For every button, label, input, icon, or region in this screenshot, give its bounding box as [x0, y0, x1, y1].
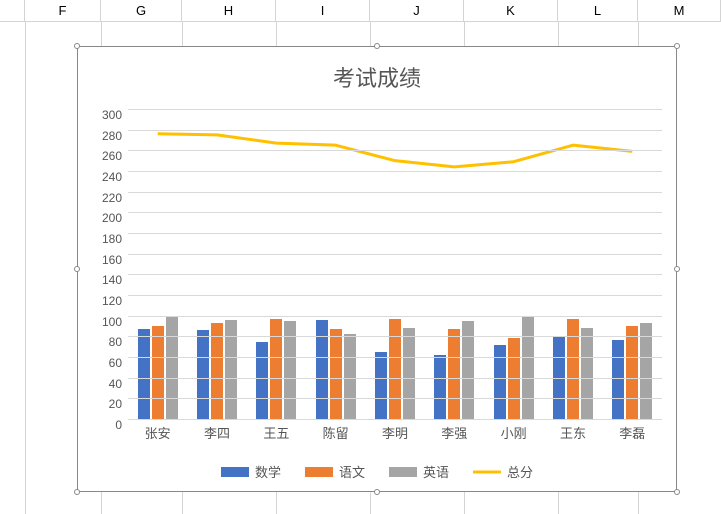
bar: [389, 319, 401, 419]
bar: [448, 329, 460, 419]
chart-title: 考试成绩: [78, 47, 676, 97]
y-tick-label: 300: [102, 108, 122, 122]
bar: [166, 317, 178, 419]
y-tick-label: 240: [102, 170, 122, 184]
bar-group: [306, 109, 365, 419]
x-tick-label: 小刚: [484, 423, 543, 442]
y-tick-label: 120: [102, 294, 122, 308]
bar: [270, 319, 282, 419]
y-tick-label: 200: [102, 211, 122, 225]
bar: [197, 330, 209, 419]
bar: [581, 328, 593, 419]
bar: [508, 338, 520, 419]
column-header-cell[interactable]: G: [101, 0, 182, 22]
legend-item: 语文: [305, 462, 365, 481]
column-header-cell[interactable]: H: [182, 0, 276, 22]
y-tick-label: 220: [102, 191, 122, 205]
resize-handle[interactable]: [74, 489, 80, 495]
bar: [330, 329, 342, 419]
column-header-cell[interactable]: [0, 0, 25, 22]
bar: [434, 355, 446, 419]
x-tick-label: 陈留: [306, 423, 365, 442]
legend-swatch: [389, 467, 417, 477]
legend-item: 总分: [473, 462, 533, 481]
column-headers: FGHIJKLM: [0, 0, 721, 22]
y-tick-label: 20: [109, 397, 122, 411]
legend-label: 总分: [507, 462, 533, 481]
x-tick-label: 李强: [425, 423, 484, 442]
x-axis-labels: 张安李四王五陈留李明李强小刚王东李磊: [128, 423, 662, 442]
resize-handle[interactable]: [74, 266, 80, 272]
x-tick-label: 李磊: [603, 423, 662, 442]
y-tick-label: 260: [102, 149, 122, 163]
bar-group: [603, 109, 662, 419]
y-tick-label: 180: [102, 232, 122, 246]
bar: [152, 326, 164, 419]
bar-group: [187, 109, 246, 419]
resize-handle[interactable]: [374, 43, 380, 49]
resize-handle[interactable]: [674, 43, 680, 49]
x-tick-label: 王五: [247, 423, 306, 442]
plot-area: 0204060801001201401601802002202402602803…: [128, 109, 662, 419]
x-tick-label: 李四: [187, 423, 246, 442]
bar: [522, 317, 534, 419]
bar-group: [247, 109, 306, 419]
bar: [494, 345, 506, 419]
y-tick-label: 140: [102, 273, 122, 287]
bar-group: [543, 109, 602, 419]
column-header-cell[interactable]: L: [558, 0, 638, 22]
resize-handle[interactable]: [74, 43, 80, 49]
column-header-cell[interactable]: F: [25, 0, 101, 22]
x-tick-label: 张安: [128, 423, 187, 442]
bar: [225, 320, 237, 419]
column-header-cell[interactable]: K: [464, 0, 558, 22]
legend-label: 数学: [255, 462, 281, 481]
chart-object[interactable]: 考试成绩 02040608010012014016018020022024026…: [77, 46, 677, 492]
y-tick-label: 60: [109, 356, 122, 370]
bar-groups: [128, 109, 662, 419]
legend-item: 数学: [221, 462, 281, 481]
bar-group: [128, 109, 187, 419]
bar-group: [365, 109, 424, 419]
legend-swatch-line: [473, 466, 501, 478]
legend-item: 英语: [389, 462, 449, 481]
x-tick-label: 李明: [365, 423, 424, 442]
resize-handle[interactable]: [374, 489, 380, 495]
y-tick-label: 0: [115, 418, 122, 432]
legend-label: 语文: [339, 462, 365, 481]
bar: [256, 342, 268, 420]
bar: [626, 326, 638, 419]
bar: [375, 352, 387, 419]
y-axis: 0204060801001201401601802002202402602803…: [88, 109, 124, 419]
legend-label: 英语: [423, 462, 449, 481]
legend-swatch: [305, 467, 333, 477]
y-tick-label: 40: [109, 377, 122, 391]
bar-group: [484, 109, 543, 419]
resize-handle[interactable]: [674, 489, 680, 495]
bar: [344, 334, 356, 419]
y-tick-label: 280: [102, 129, 122, 143]
resize-handle[interactable]: [674, 266, 680, 272]
y-tick-label: 80: [109, 335, 122, 349]
column-header-cell[interactable]: J: [370, 0, 464, 22]
y-tick-label: 160: [102, 253, 122, 267]
x-tick-label: 王东: [543, 423, 602, 442]
bar: [567, 319, 579, 419]
column-header-cell[interactable]: M: [638, 0, 721, 22]
bar: [138, 329, 150, 419]
bar: [316, 320, 328, 419]
bar: [403, 328, 415, 419]
legend-swatch: [221, 467, 249, 477]
bar: [612, 340, 624, 419]
legend: 数学 语文 英语 总分: [78, 462, 676, 481]
bar-group: [425, 109, 484, 419]
column-header-cell[interactable]: I: [276, 0, 370, 22]
y-tick-label: 100: [102, 315, 122, 329]
